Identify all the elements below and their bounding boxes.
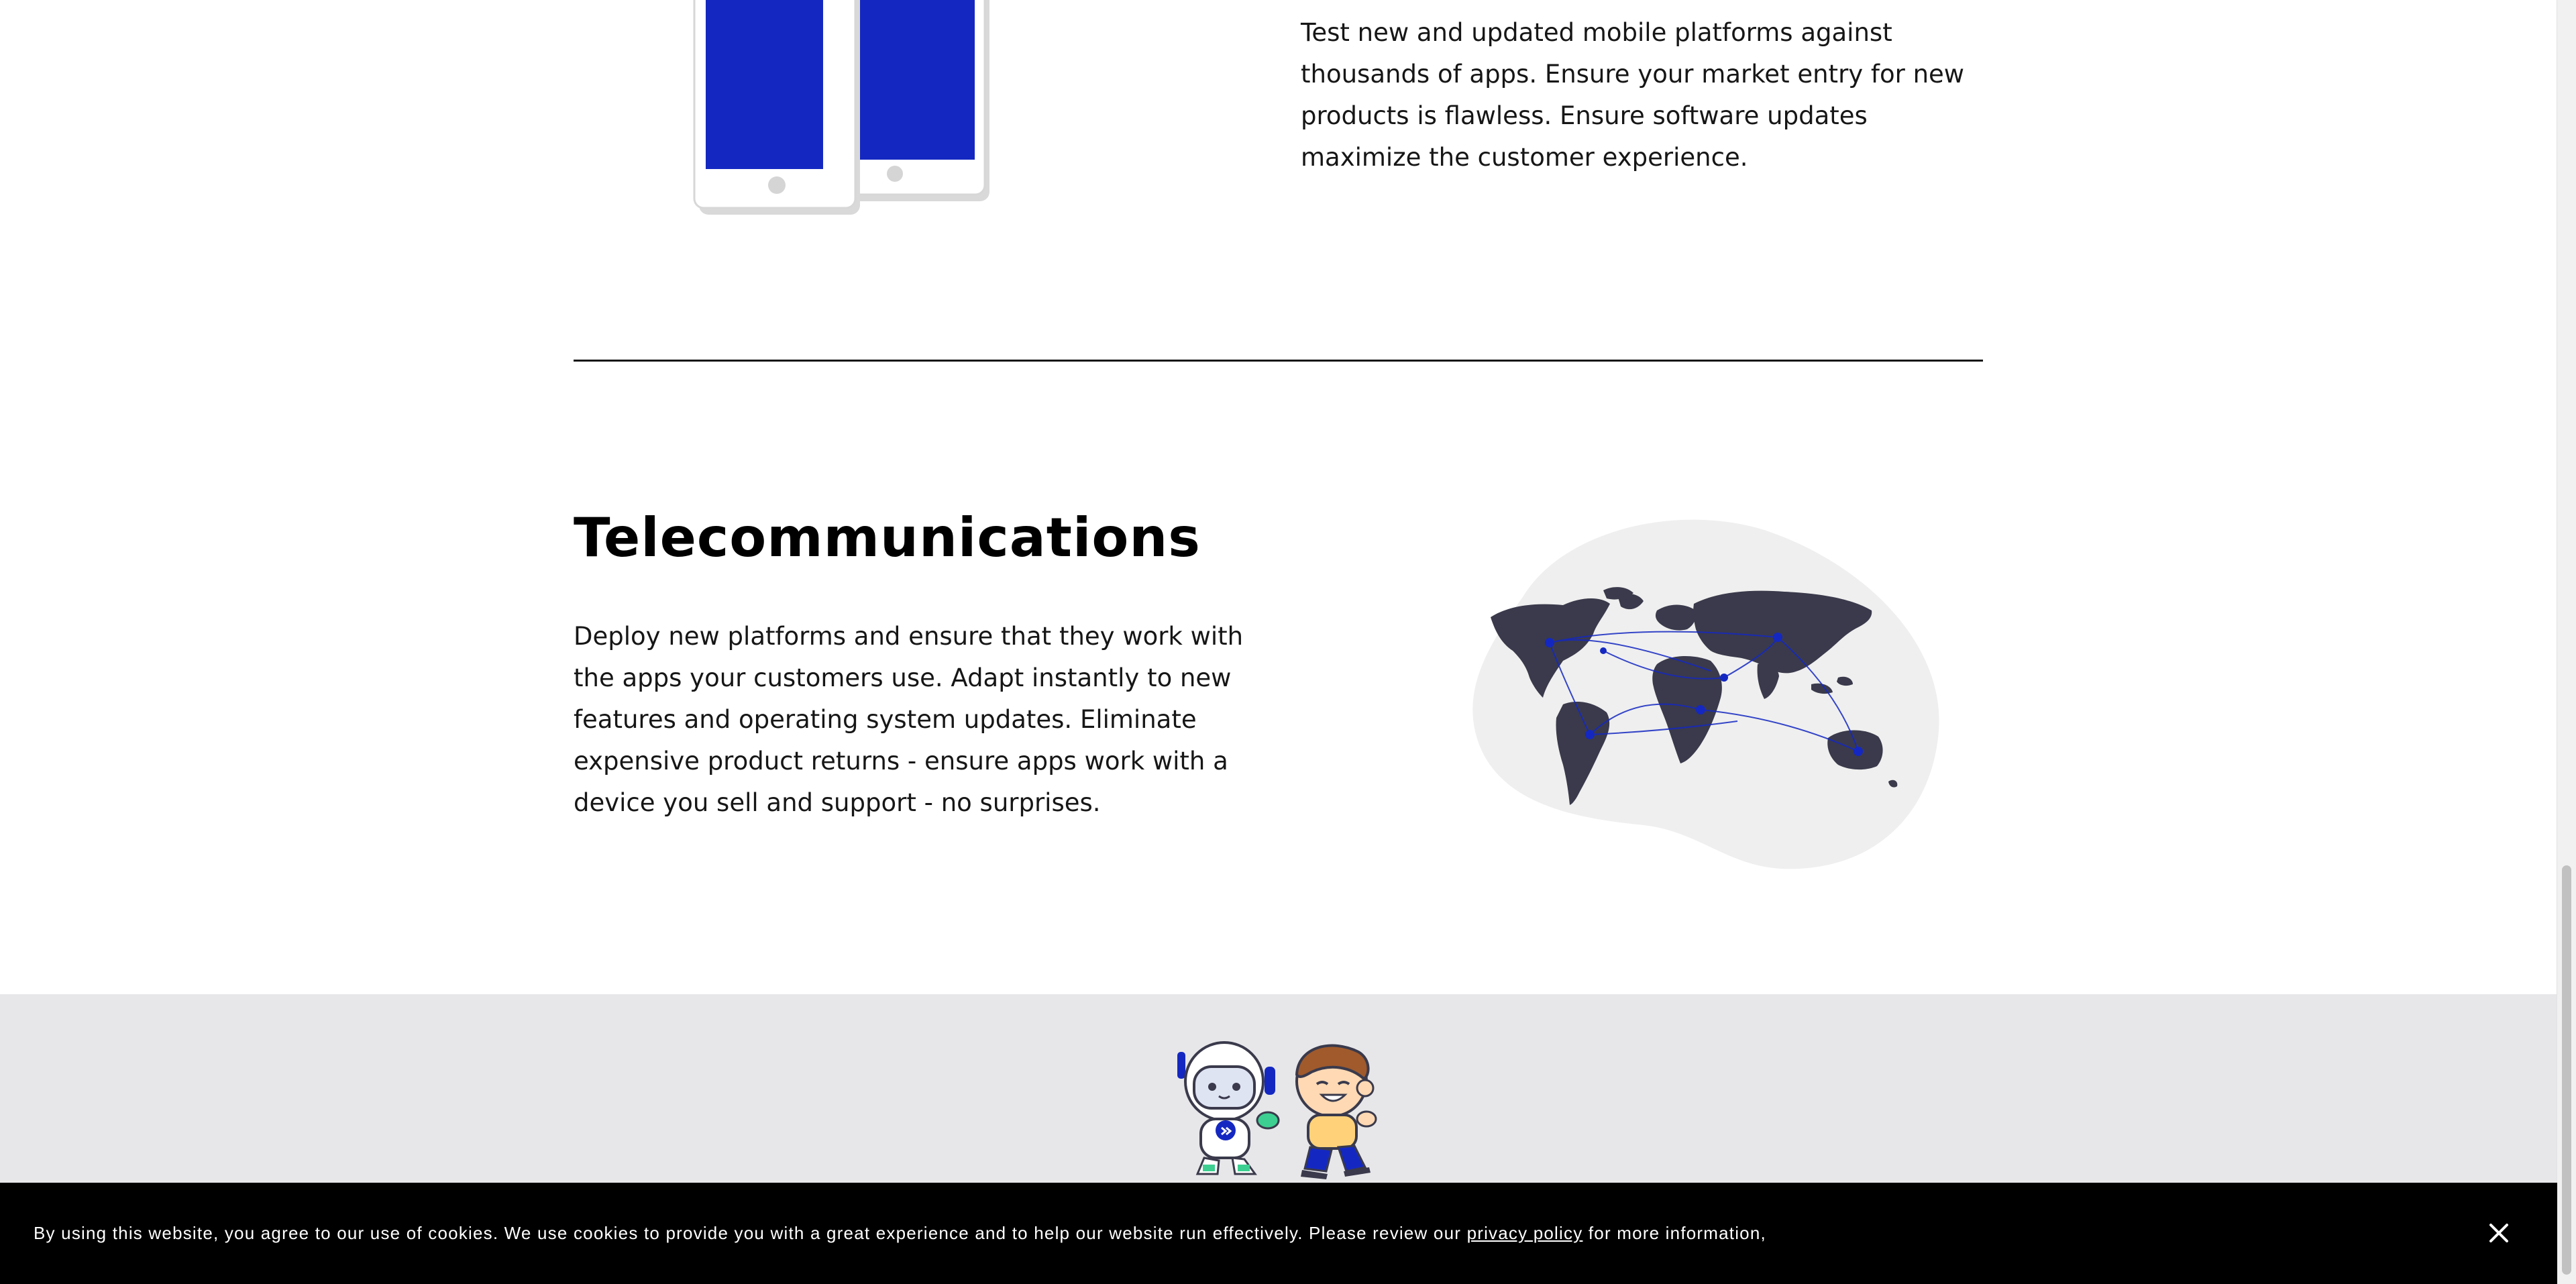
page-scrollbar[interactable]: [2557, 0, 2576, 1284]
cookie-text-before: By using this website, you agree to our …: [34, 1223, 1462, 1243]
scrollbar-thumb[interactable]: [2562, 865, 2571, 1275]
page: Test new and updated mobile platforms ag…: [0, 0, 2576, 1284]
world-map-illustration: [1472, 519, 1939, 869]
cookie-text-after: for more information,: [1588, 1223, 1766, 1243]
phones-illustration: [693, 0, 989, 215]
mobile-description: Test new and updated mobile platforms ag…: [1301, 18, 1965, 172]
section-divider: [574, 360, 1983, 362]
privacy-policy-link[interactable]: privacy policy: [1467, 1223, 1583, 1243]
cookie-message: By using this website, you agree to our …: [34, 1220, 1766, 1246]
telecom-title: Telecommunications: [574, 506, 1201, 569]
telecom-description: Deploy new platforms and ensure that the…: [574, 622, 1244, 817]
close-icon[interactable]: [2482, 1216, 2516, 1250]
cookie-banner: By using this website, you agree to our …: [0, 1183, 2557, 1284]
robot-and-boy-mascot-illustration: [1177, 1041, 1377, 1179]
